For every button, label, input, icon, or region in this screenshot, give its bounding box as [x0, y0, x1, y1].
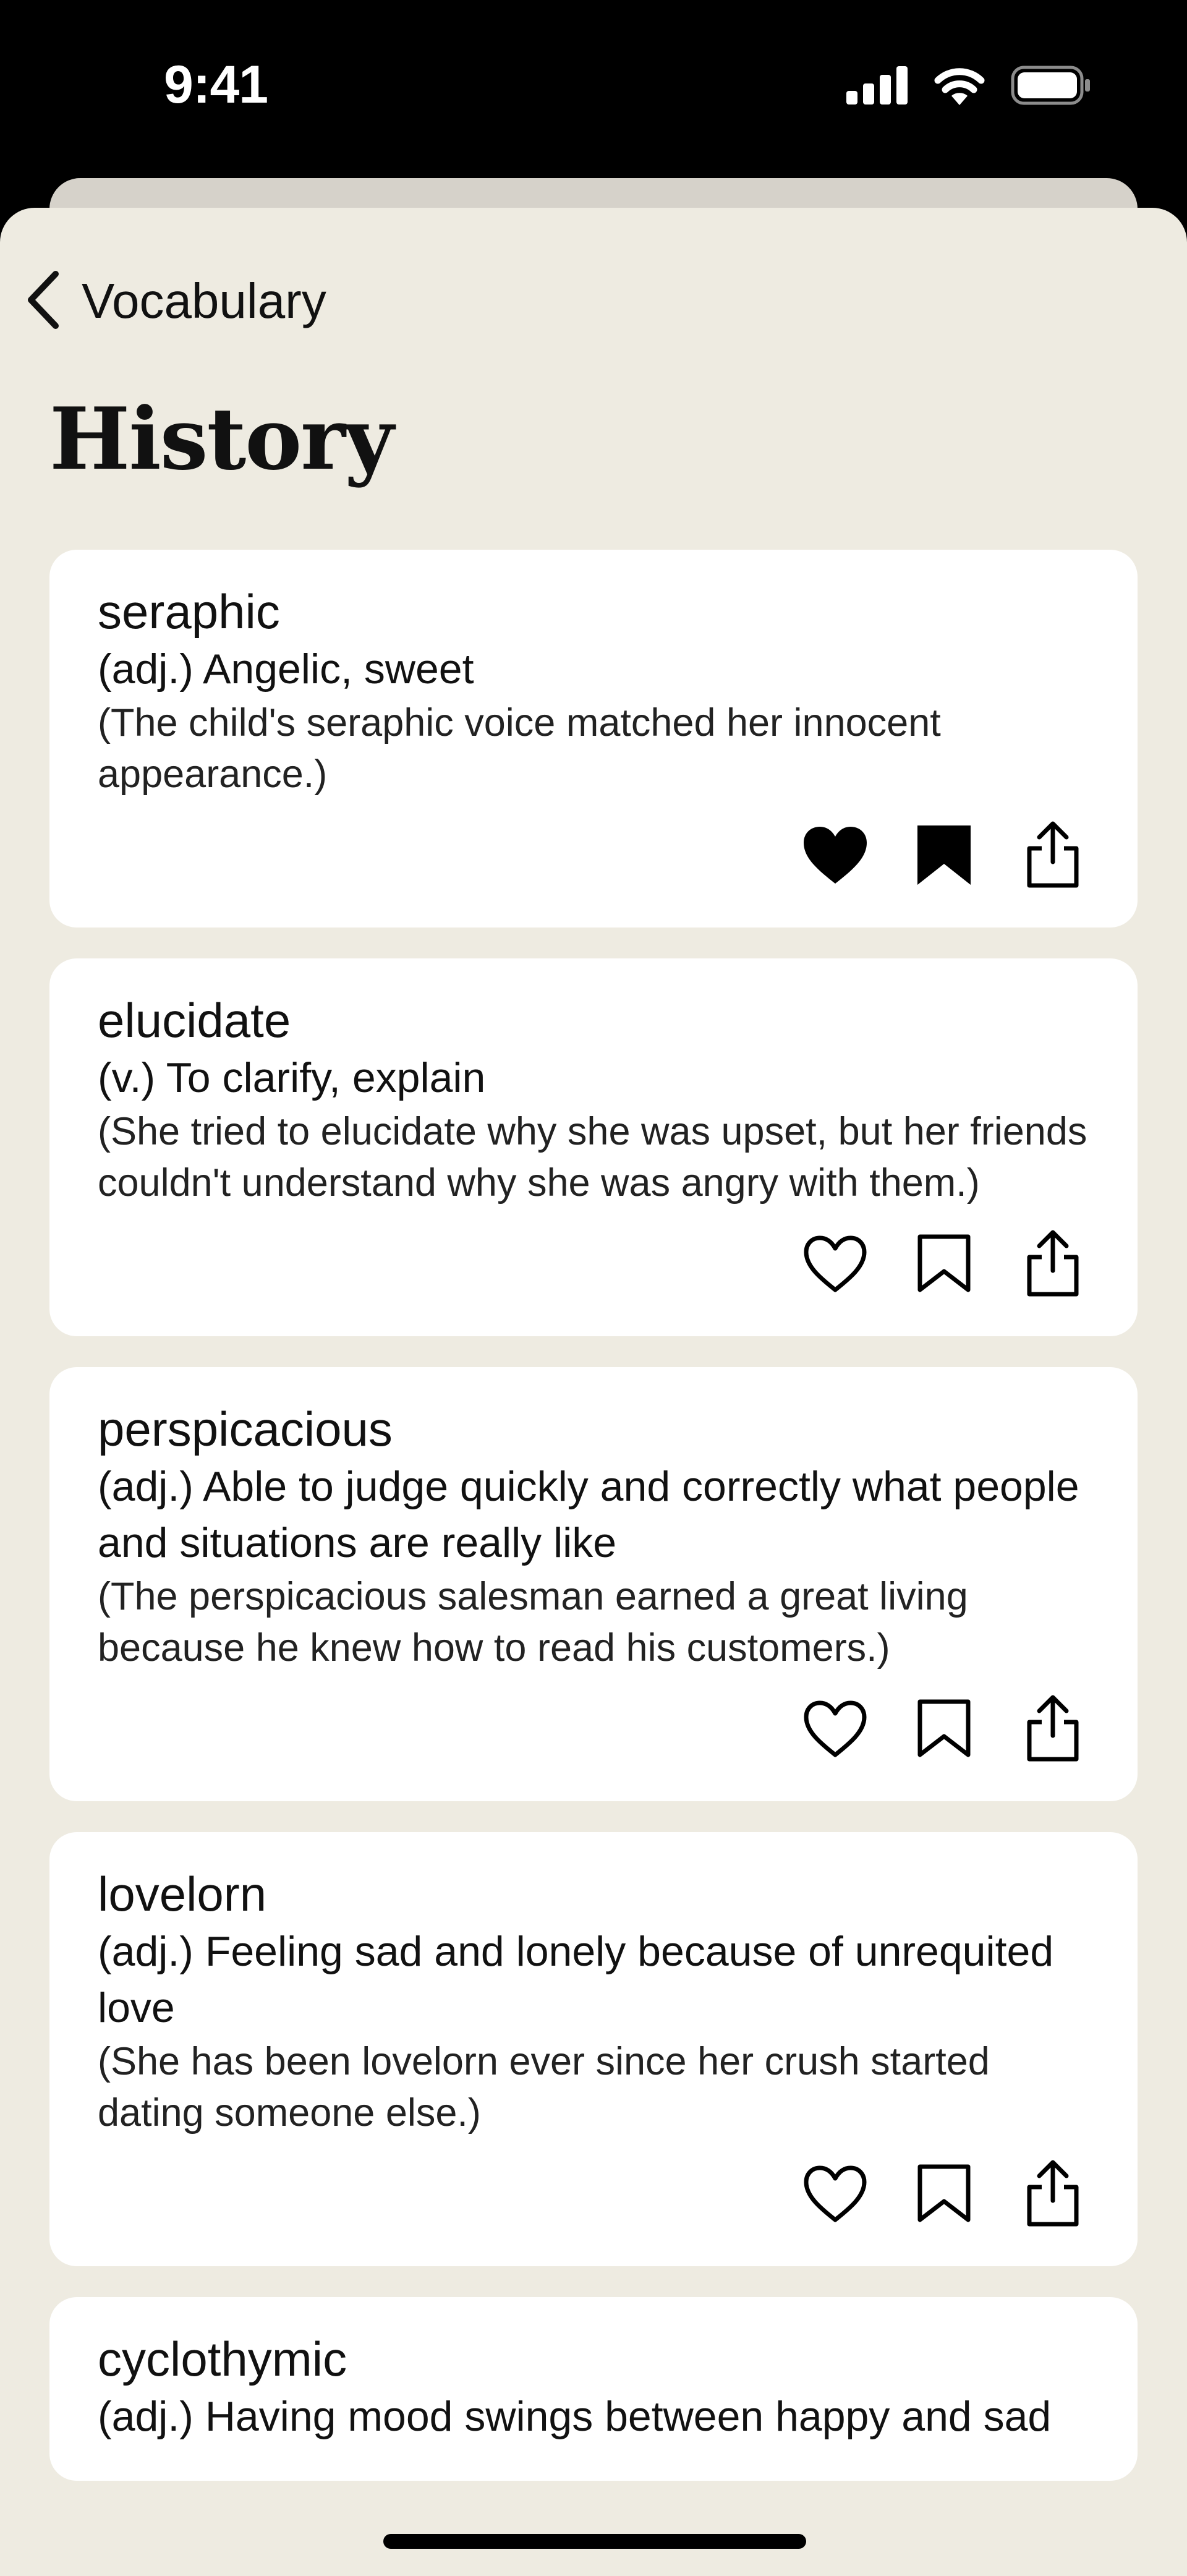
- share-icon[interactable]: [1016, 2157, 1089, 2230]
- word-definition: (adj.) Able to judge quickly and correct…: [98, 1463, 1079, 1566]
- heart-icon[interactable]: [799, 1692, 872, 1765]
- card-actions: [98, 1692, 1089, 1765]
- cellular-signal-icon: [846, 66, 908, 108]
- back-button[interactable]: Vocabulary: [25, 267, 326, 335]
- word-card[interactable]: seraphic (adj.) Angelic, sweet (The child'…: [49, 550, 1138, 928]
- share-icon[interactable]: [1016, 1692, 1089, 1765]
- word-definition: (adj.) Feeling sad and lonely because of…: [98, 1928, 1054, 2031]
- word-card[interactable]: lovelorn (adj.) Feeling sad and lonely be…: [49, 1832, 1138, 2266]
- back-button-label: Vocabulary: [82, 273, 326, 328]
- share-icon[interactable]: [1016, 1227, 1089, 1300]
- word-title: lovelorn: [98, 1867, 267, 1921]
- word-title: cyclothymic: [98, 2332, 347, 2386]
- word-card[interactable]: perspicacious (adj.) Able to judge quickl…: [49, 1367, 1138, 1801]
- card-actions: [98, 1227, 1089, 1300]
- word-definition: (v.) To clarify, explain: [98, 1054, 486, 1101]
- word-title: elucidate: [98, 993, 291, 1047]
- card-actions: [98, 2157, 1089, 2230]
- status-time: 9:41: [164, 55, 268, 114]
- status-icons: [846, 62, 1091, 111]
- heart-icon[interactable]: [799, 1227, 872, 1300]
- word-card[interactable]: elucidate (v.) To clarify, explain (She tr…: [49, 958, 1138, 1336]
- word-definition: (adj.) Having mood swings between happy …: [98, 2393, 1052, 2440]
- word-example: (She tried to elucidate why she was upse…: [98, 1110, 1087, 1205]
- home-indicator[interactable]: [383, 2534, 806, 2549]
- share-icon[interactable]: [1016, 819, 1089, 892]
- heart-filled-icon[interactable]: [799, 819, 872, 892]
- bookmark-icon[interactable]: [908, 1692, 981, 1765]
- heart-icon[interactable]: [799, 2157, 872, 2230]
- chevron-left-icon: [25, 270, 62, 333]
- vocabulary-list: seraphic (adj.) Angelic, sweet (The child'…: [49, 550, 1138, 2512]
- word-definition: (adj.) Angelic, sweet: [98, 646, 474, 693]
- bookmark-icon[interactable]: [908, 2157, 981, 2230]
- bookmark-filled-icon[interactable]: [908, 819, 981, 892]
- word-card[interactable]: cyclothymic (adj.) Having mood swings bet…: [49, 2297, 1138, 2481]
- word-example: (The perspicacious salesman earned a gre…: [98, 1575, 968, 1670]
- wifi-icon: [933, 66, 986, 108]
- page-title: History: [49, 388, 394, 489]
- word-example: (The child's seraphic voice matched her …: [98, 701, 941, 796]
- word-title: seraphic: [98, 584, 280, 639]
- word-example: (She has been lovelorn ever since her cr…: [98, 2040, 990, 2135]
- bookmark-icon[interactable]: [908, 1227, 981, 1300]
- history-sheet: Vocabulary History seraphic (adj.) Angeli…: [0, 208, 1187, 2576]
- status-bar: 9:41: [0, 0, 1187, 179]
- word-title: perspicacious: [98, 1402, 393, 1456]
- battery-icon: [1011, 66, 1091, 108]
- card-actions: [98, 819, 1089, 892]
